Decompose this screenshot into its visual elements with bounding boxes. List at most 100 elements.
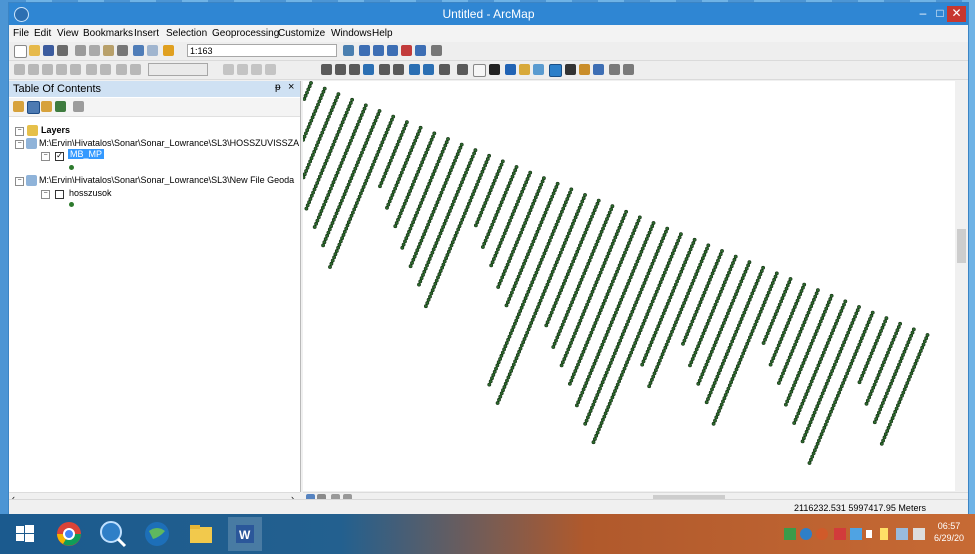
layer-hosszusok-label[interactable]: hosszusok	[69, 188, 112, 198]
delete-icon[interactable]	[117, 45, 128, 56]
mb-mp-point-symbol[interactable]	[69, 165, 74, 170]
mb-mp-collapse-toggle[interactable]: −	[41, 152, 50, 161]
menu-insert[interactable]: Insert	[134, 28, 159, 39]
zoom-whole-page-icon[interactable]	[70, 64, 81, 75]
earth-search-icon[interactable]	[96, 517, 130, 551]
close-button[interactable]: ✕	[947, 6, 966, 22]
time-slider-icon[interactable]	[609, 64, 620, 75]
find-binoculars-icon[interactable]	[565, 64, 576, 75]
go-back-icon[interactable]	[409, 64, 420, 75]
layer-source-path-1[interactable]: M:\Ervin\Hivatalos\Sonar\Sonar_Lowrance\…	[39, 138, 299, 148]
map-display[interactable]	[303, 81, 955, 491]
cut-icon[interactable]	[75, 45, 86, 56]
html-popup-icon[interactable]	[533, 64, 544, 75]
layer-source-path-2[interactable]: M:\Ervin\Hivatalos\Sonar\Sonar_Lowrance\…	[39, 175, 299, 185]
select-by-graphics-icon[interactable]	[439, 64, 450, 75]
word-icon[interactable]: W	[228, 517, 262, 551]
zoom-in-icon[interactable]	[321, 64, 332, 75]
select-elements-icon[interactable]	[489, 64, 500, 75]
select-features-icon[interactable]	[457, 64, 468, 75]
clear-selection-icon[interactable]	[473, 64, 486, 77]
arcgis-globe-icon[interactable]	[140, 517, 174, 551]
tray-app-icon[interactable]	[784, 528, 796, 540]
redo-icon[interactable]	[147, 45, 158, 56]
back-extent-icon[interactable]	[130, 64, 141, 75]
copy-icon[interactable]	[89, 45, 100, 56]
focus-data-frame-icon[interactable]	[237, 64, 248, 75]
data-driven-pages-icon[interactable]	[265, 64, 276, 75]
tray-flag-icon[interactable]	[866, 530, 872, 538]
find-route-icon[interactable]	[579, 64, 590, 75]
list-by-visibility-icon[interactable]	[41, 101, 52, 112]
catalog-window-icon[interactable]	[373, 45, 384, 56]
hyperlink-icon[interactable]	[519, 64, 530, 75]
go-to-xy-icon[interactable]	[593, 64, 604, 75]
menu-customize[interactable]: Customize	[278, 28, 325, 39]
layers-collapse-toggle[interactable]: −	[15, 127, 24, 136]
create-viewer-icon[interactable]	[623, 64, 634, 75]
menu-edit[interactable]: Edit	[34, 28, 51, 39]
change-layout-icon[interactable]	[251, 64, 262, 75]
editor-toolbar-icon[interactable]	[343, 45, 354, 56]
menu-selection[interactable]: Selection	[166, 28, 207, 39]
pan-hand-icon[interactable]	[349, 64, 360, 75]
layout-zoom-out-icon[interactable]	[42, 64, 53, 75]
tray-battery-icon[interactable]	[880, 528, 888, 540]
chrome-icon[interactable]	[52, 517, 86, 551]
path2-collapse-toggle[interactable]: −	[15, 177, 24, 186]
file-explorer-icon[interactable]	[184, 517, 218, 551]
toggle-draft-mode-icon[interactable]	[223, 64, 234, 75]
list-by-drawing-order-icon[interactable]	[13, 101, 24, 112]
tray-acrobat-icon[interactable]	[834, 528, 846, 540]
menu-geoprocessing[interactable]: Geoprocessing	[212, 28, 279, 39]
fixed-zoom-out-map-icon[interactable]	[393, 64, 404, 75]
toc-options-icon[interactable]	[73, 101, 84, 112]
full-extent-icon[interactable]	[363, 64, 374, 75]
tray-network-icon[interactable]	[800, 528, 812, 540]
model-builder-icon[interactable]	[431, 45, 442, 56]
open-folder-icon[interactable]	[29, 45, 40, 56]
new-document-icon[interactable]	[14, 45, 27, 58]
add-data-icon[interactable]	[163, 45, 174, 56]
undo-icon[interactable]	[133, 45, 144, 56]
zoom-100-icon[interactable]	[86, 64, 97, 75]
print-icon[interactable]	[57, 45, 68, 56]
search-window-icon[interactable]	[387, 45, 398, 56]
fixed-zoom-out-icon[interactable]	[116, 64, 127, 75]
taskbar-clock[interactable]: 06:57 6/29/20	[934, 520, 964, 544]
list-by-source-icon[interactable]	[27, 101, 40, 114]
tray-volume-icon[interactable]	[913, 528, 925, 540]
identify-icon[interactable]	[505, 64, 516, 75]
save-icon[interactable]	[43, 45, 54, 56]
map-scale-combo[interactable]: 1:163	[187, 44, 337, 57]
map-vertical-scrollbar[interactable]	[955, 81, 968, 491]
mb-mp-visibility-checkbox[interactable]: ✓	[55, 152, 64, 161]
layout-tool-icon[interactable]	[14, 64, 25, 75]
layout-zoom-in-icon[interactable]	[28, 64, 39, 75]
zoom-out-icon[interactable]	[335, 64, 346, 75]
tray-wifi-icon[interactable]	[896, 528, 908, 540]
arctoolbox-icon[interactable]	[401, 45, 412, 56]
toc-pin-icon[interactable]: ᵽ	[275, 82, 281, 93]
go-forward-icon[interactable]	[423, 64, 434, 75]
paste-icon[interactable]	[103, 45, 114, 56]
menu-help[interactable]: Help	[372, 28, 393, 39]
tray-update-icon[interactable]	[816, 528, 828, 540]
layout-pan-icon[interactable]	[56, 64, 67, 75]
hosszusok-point-symbol[interactable]	[69, 202, 74, 207]
table-window-icon[interactable]	[359, 45, 370, 56]
minimize-button[interactable]: –	[914, 6, 932, 22]
menu-file[interactable]: File	[13, 28, 29, 39]
toc-close-icon[interactable]: ×	[288, 81, 294, 93]
path1-collapse-toggle[interactable]: −	[15, 140, 24, 149]
menu-windows[interactable]: Windows	[331, 28, 372, 39]
vertical-scroll-thumb[interactable]	[957, 229, 966, 263]
menu-bookmarks[interactable]: Bookmarks	[83, 28, 133, 39]
hosszusok-collapse-toggle[interactable]: −	[41, 190, 50, 199]
layers-root-label[interactable]: Layers	[41, 125, 70, 135]
list-by-selection-icon[interactable]	[55, 101, 66, 112]
start-button[interactable]	[8, 517, 42, 551]
fixed-zoom-in-map-icon[interactable]	[379, 64, 390, 75]
fixed-zoom-in-icon[interactable]	[100, 64, 111, 75]
menu-view[interactable]: View	[57, 28, 79, 39]
